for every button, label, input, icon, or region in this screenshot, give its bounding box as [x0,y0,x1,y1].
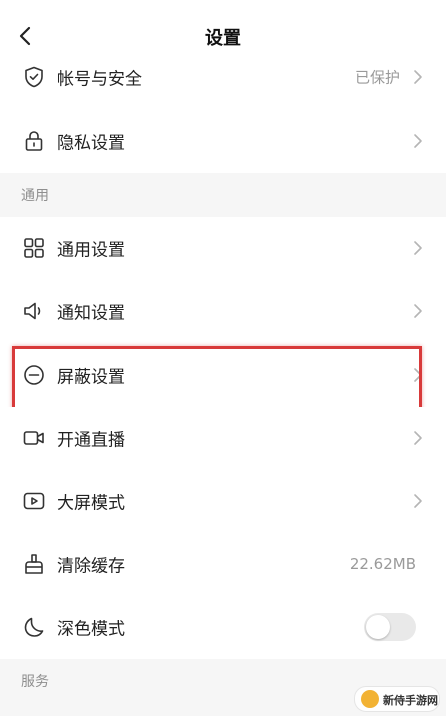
settings-item-large-screen[interactable]: 大屏模式 [0,470,446,532]
settings-item-label: 深色模式 [57,619,125,640]
settings-item-label: 通用设置 [57,240,125,261]
settings-item-privacy[interactable]: 隐私设置 [0,110,446,172]
watermark-text: 新侍手游网 [383,694,438,707]
moon-icon [22,615,46,639]
settings-item-label: 清除缓存 [57,556,125,577]
toggle-knob [366,615,390,639]
settings-item-label: 帐号与安全 [57,69,142,90]
shield-check-icon [22,65,46,89]
dark-mode-toggle[interactable] [364,613,416,641]
play-screen-icon [22,489,46,513]
cache-size-text: 22.62MB [349,555,416,573]
chevron-right-icon [412,303,424,319]
security-status-text: 已保护 [354,68,400,87]
broom-icon [22,552,46,576]
settings-item-label: 大屏模式 [57,493,125,514]
chevron-right-icon [412,240,424,256]
chevron-right-icon [412,69,424,85]
section-header-general: 通用 [0,173,446,217]
speaker-icon [22,299,46,323]
section-title: 服务 [21,674,49,690]
block-icon [22,363,46,387]
grid-icon [22,236,46,260]
chevron-right-icon [412,367,424,383]
chevron-right-icon [412,430,424,446]
settings-item-label: 通知设置 [57,303,125,324]
settings-item-account-security[interactable]: 帐号与安全 已保护 [0,46,446,108]
video-camera-icon [22,426,46,450]
settings-item-label: 屏蔽设置 [57,367,125,388]
chevron-right-icon [412,133,424,149]
settings-item-dark-mode: 深色模式 [0,596,446,658]
settings-item-general[interactable]: 通用设置 [0,217,446,279]
settings-item-block[interactable]: 屏蔽设置 [0,344,446,406]
chevron-right-icon [412,493,424,509]
settings-item-label: 隐私设置 [57,133,125,154]
settings-item-notification[interactable]: 通知设置 [0,280,446,342]
settings-item-label: 开通直播 [57,430,125,451]
watermark-logo [361,690,379,708]
settings-item-clear-cache[interactable]: 清除缓存 22.62MB [0,533,446,595]
settings-item-live[interactable]: 开通直播 [0,407,446,469]
section-title: 通用 [21,188,49,204]
site-watermark: 新侍手游网 [354,686,440,712]
lock-icon [22,129,46,153]
